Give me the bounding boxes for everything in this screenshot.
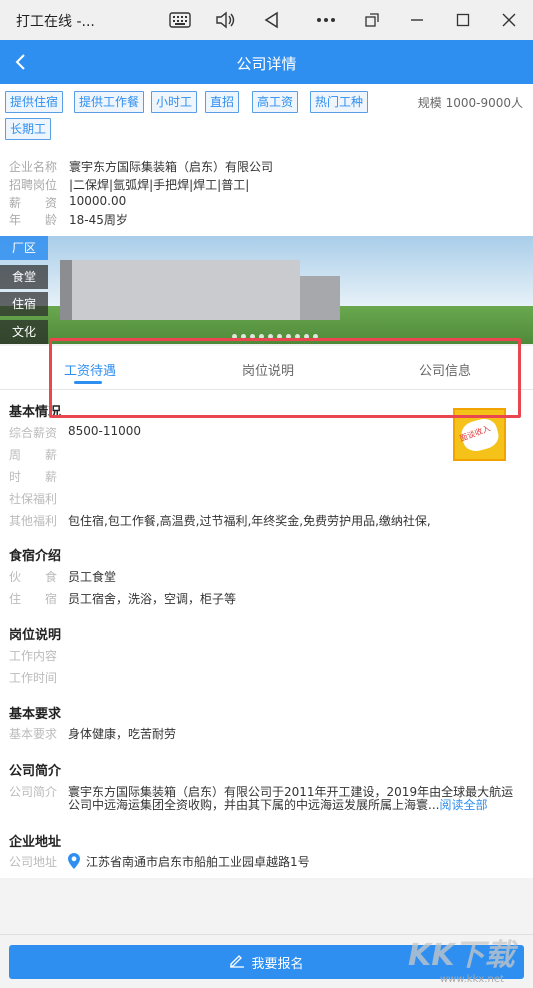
tag-item: 长期工 (5, 118, 52, 140)
keyboard-icon[interactable] (168, 8, 192, 32)
salary-value: 10000.00 (69, 194, 127, 208)
minimize-icon[interactable] (405, 8, 429, 32)
positions-row: 招聘岗位 |二保焊|氩弧焊|手把焊|焊工|普工| (9, 178, 250, 192)
photo-carousel[interactable] (0, 236, 533, 344)
positions-value: |二保焊|氩弧焊|手把焊|焊工|普工| (69, 178, 250, 192)
food-row: 住 宿员工宿舍，洗浴，空调，柜子等 (9, 592, 237, 606)
company-name: 寰宇东方国际集装箱（启东）有限公司 (69, 160, 274, 174)
company-info: 企业名称 寰宇东方国际集装箱（启东）有限公司 招聘岗位 |二保焊|氩弧焊|手把焊… (0, 144, 533, 238)
tab-salary[interactable]: 工资待遇 (64, 360, 116, 379)
tag-area: 提供住宿 提供工作餐 小时工 直招 高工资 热门工种 长期工 规模 1000-9… (0, 84, 533, 144)
company-address: 江苏省南通市启东市船舶工业园卓越路1号 (86, 855, 310, 869)
section-title-requirements: 基本要求 (9, 707, 62, 722)
basic-row: 其他福利 包住宿,包工作餐,高温费,过节福利,年终奖金,免费劳护用品,缴纳社保, (9, 514, 431, 528)
intro-row-2: 公司中远海运集团全资收购，并由其下属的中远海运发展所属上海寰... 阅读全部 (68, 796, 488, 813)
maximize-icon[interactable] (451, 8, 475, 32)
food-row: 伙 食员工食堂 (9, 570, 117, 584)
req-row: 基本要求 身体健康，吃苦耐劳 (9, 727, 177, 741)
close-icon[interactable] (497, 8, 521, 32)
tag-item: 热门工种 (310, 91, 369, 113)
app-header: 公司详情 (0, 40, 533, 84)
basic-row: 社保福利 (9, 492, 58, 506)
address-row: 公司地址 江苏省南通市启东市船舶工业园卓越路1号 (9, 853, 310, 872)
company-name-row: 企业名称 寰宇东方国际集装箱（启东）有限公司 (9, 160, 274, 174)
read-all-link[interactable]: 阅读全部 (439, 796, 487, 813)
section-title-food: 食宿介绍 (9, 549, 62, 564)
active-tab-indicator (74, 381, 102, 384)
factory-building (60, 260, 300, 320)
detail-tabs: 工资待遇 岗位说明 公司信息 (0, 346, 533, 390)
more-icon[interactable] (314, 8, 338, 32)
section-title-address: 企业地址 (9, 835, 62, 850)
back-triangle-icon[interactable] (259, 8, 283, 32)
job-row: 工作内容 (9, 649, 58, 663)
rotate-window-icon[interactable] (360, 8, 384, 32)
tag-item: 提供住宿 (5, 91, 64, 113)
section-title-job: 岗位说明 (9, 628, 62, 643)
age-row: 年 龄 18-45周岁 (9, 213, 128, 227)
factory-building-annex (300, 276, 340, 320)
basic-row: 周 薪 (9, 448, 58, 462)
site-watermark-url: www.kkx.net (440, 974, 504, 985)
window-titlebar: 打工在线 -... (0, 0, 533, 40)
age-value: 18-45周岁 (69, 213, 128, 227)
basic-row: 时 薪 (9, 470, 58, 484)
edit-icon (229, 952, 245, 972)
tag-item: 高工资 (252, 91, 299, 113)
side-tab-canteen[interactable]: 食堂 (0, 265, 48, 289)
side-tab-factory[interactable]: 厂区 (0, 236, 48, 260)
tab-company-info[interactable]: 公司信息 (419, 360, 471, 379)
tag-item: 直招 (205, 91, 240, 113)
company-scale: 规模 1000-9000人 (417, 96, 523, 110)
side-tab-dorm[interactable]: 住宿 (0, 292, 48, 316)
job-row: 工作时间 (9, 671, 58, 685)
carousel-dots (232, 334, 318, 339)
negotiable-income-badge: 面谈收入 (453, 408, 506, 461)
volume-icon[interactable] (213, 8, 237, 32)
salary-row: 薪 资 10000.00 (9, 194, 127, 210)
section-title-basic: 基本情况 (9, 405, 62, 420)
tag-item: 提供工作餐 (74, 91, 145, 113)
tag-item: 小时工 (151, 91, 198, 113)
section-title-intro: 公司简介 (9, 764, 62, 779)
tab-job-description[interactable]: 岗位说明 (242, 360, 294, 379)
page-title: 公司详情 (236, 55, 297, 73)
side-tab-culture[interactable]: 文化 (0, 320, 48, 344)
location-pin-icon (68, 853, 86, 872)
basic-row: 综合薪资 8500-11000 (9, 424, 142, 440)
apply-label: 我要报名 (251, 956, 304, 972)
window-title: 打工在线 -... (16, 14, 95, 30)
detail-content: 基本情况 面谈收入 综合薪资 8500-11000 周 薪 时 薪 社保福利 其他… (0, 390, 533, 878)
